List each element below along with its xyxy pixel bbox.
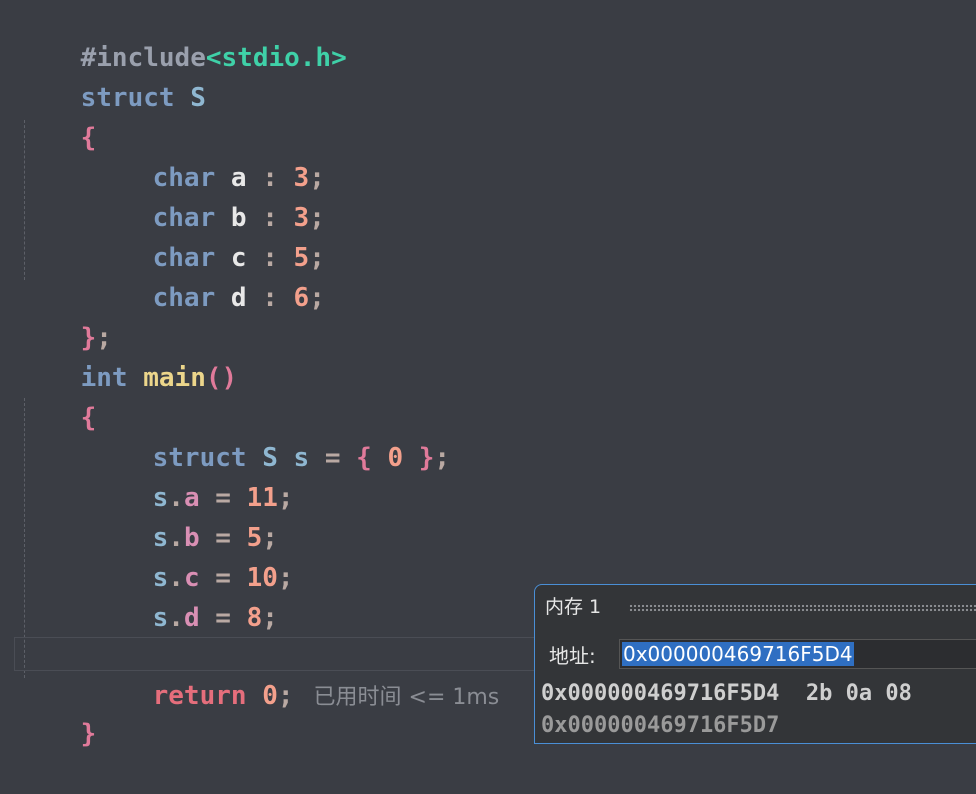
assign-operator: = (215, 603, 231, 633)
code-line-main-decl[interactable]: int main() (18, 318, 238, 393)
semicolon: ; (277, 563, 294, 593)
code-line-assign-d[interactable]: s.d = 8; (18, 558, 278, 633)
code-line-include[interactable]: #include<stdio.h> (18, 0, 347, 73)
code-line-main-open[interactable]: { (18, 358, 97, 433)
semicolon: ; (277, 483, 294, 513)
assign-operator: = (324, 443, 341, 473)
memory-title-bar[interactable]: 内存 1 (545, 593, 976, 621)
code-line-open-brace[interactable]: { (18, 78, 97, 153)
code-line-field-b[interactable]: char b : 3; (18, 158, 325, 233)
address-input[interactable]: 0x000000469716F5D4 (619, 639, 976, 669)
semicolon: ; (262, 603, 278, 633)
semicolon: ; (277, 681, 294, 711)
memory-window[interactable]: 内存 1 地址: 0x000000469716F5D4 0x0000004697… (534, 584, 976, 744)
init-open-brace: { (356, 443, 372, 473)
code-line-return[interactable]: return 0; 已用时间 <= 1ms (18, 636, 500, 711)
address-label: 地址: (549, 644, 596, 668)
struct-name: S (190, 83, 206, 113)
variable-name: s (293, 443, 310, 473)
init-value: 0 (387, 443, 404, 473)
semicolon: ; (434, 443, 451, 473)
code-line-main-close[interactable]: } (18, 674, 97, 749)
memory-row[interactable]: 0x000000469716F5D4 2b 0a 08 (541, 681, 912, 706)
code-line-struct-decl[interactable]: struct S (18, 38, 206, 113)
code-line-assign-a[interactable]: s.a = 11; (18, 438, 294, 513)
parentheses: () (205, 363, 238, 393)
elapsed-time-hint: 已用时间 <= 1ms (313, 685, 500, 710)
code-line-struct-close[interactable]: }; (18, 278, 112, 353)
semicolon: ; (309, 283, 325, 313)
field-type: char (152, 283, 216, 313)
code-line-field-a[interactable]: char a : 3; (18, 118, 325, 193)
object-name: s (152, 603, 169, 633)
bitfield-width: 6 (293, 283, 310, 313)
code-line-assign-b[interactable]: s.b = 5; (18, 478, 278, 553)
code-line-assign-c[interactable]: s.c = 10; (18, 518, 294, 593)
member-name: d (183, 603, 200, 633)
member-dot: . (168, 603, 184, 633)
assigned-value: 8 (246, 603, 263, 633)
memory-row[interactable]: 0x000000469716F5D7 (541, 713, 779, 738)
code-line-field-d[interactable]: char d : 6; (18, 238, 325, 313)
return-keyword: return (152, 681, 247, 711)
drag-grip[interactable] (629, 604, 976, 612)
field-name: d (230, 283, 247, 313)
include-header: <stdio.h> (205, 43, 347, 73)
address-selected-text: 0x000000469716F5D4 (622, 642, 854, 666)
return-value: 0 (262, 681, 278, 711)
memory-title: 内存 1 (545, 596, 602, 618)
code-line-field-c[interactable]: char c : 5; (18, 198, 325, 273)
bitfield-colon: : (262, 283, 278, 313)
init-close-brace: } (418, 443, 435, 473)
function-name: main (143, 363, 206, 393)
code-line-struct-init[interactable]: struct S s = { 0 }; (18, 398, 450, 473)
